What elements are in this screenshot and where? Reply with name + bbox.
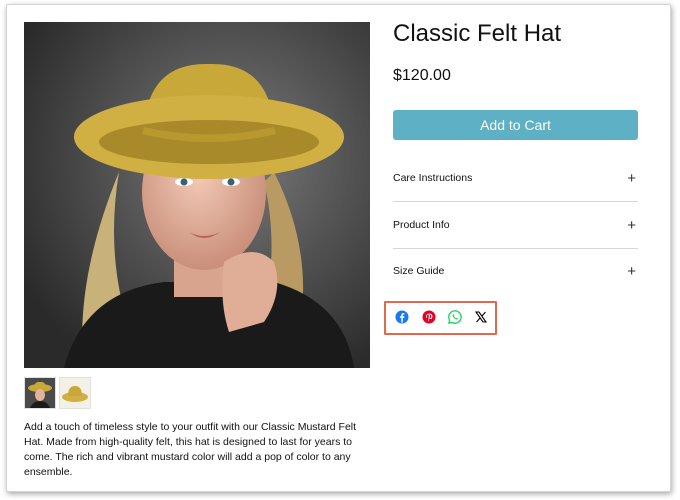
thumbnail-model-image [25, 378, 55, 408]
pinterest-icon[interactable] [421, 309, 437, 325]
add-to-cart-button[interactable]: Add to Cart [393, 110, 638, 140]
accordion-care-instructions[interactable]: Care Instructions + [393, 167, 638, 189]
x-icon[interactable] [473, 309, 489, 325]
product-main-image[interactable] [24, 22, 370, 368]
accordion-product-info[interactable]: Product Info + [393, 214, 638, 236]
thumbnail-model[interactable] [24, 377, 56, 409]
product-price: $120.00 [393, 67, 451, 84]
divider [393, 248, 638, 249]
product-description: Add a touch of timeless style to your ou… [24, 421, 357, 478]
facebook-icon[interactable] [394, 309, 410, 325]
accordion-label: Size Guide [393, 265, 445, 277]
thumbnail-hat[interactable] [59, 377, 91, 409]
model-with-hat-photo [24, 22, 370, 368]
plus-icon: + [627, 216, 636, 234]
accordion-label: Care Instructions [393, 172, 473, 184]
whatsapp-icon[interactable] [447, 309, 463, 325]
accordion-label: Product Info [393, 219, 450, 231]
accordion-size-guide[interactable]: Size Guide + [393, 260, 638, 282]
plus-icon: + [627, 169, 636, 187]
thumbnail-hat-image [60, 378, 90, 408]
divider [393, 201, 638, 202]
plus-icon: + [627, 262, 636, 280]
product-title: Classic Felt Hat [393, 20, 562, 47]
